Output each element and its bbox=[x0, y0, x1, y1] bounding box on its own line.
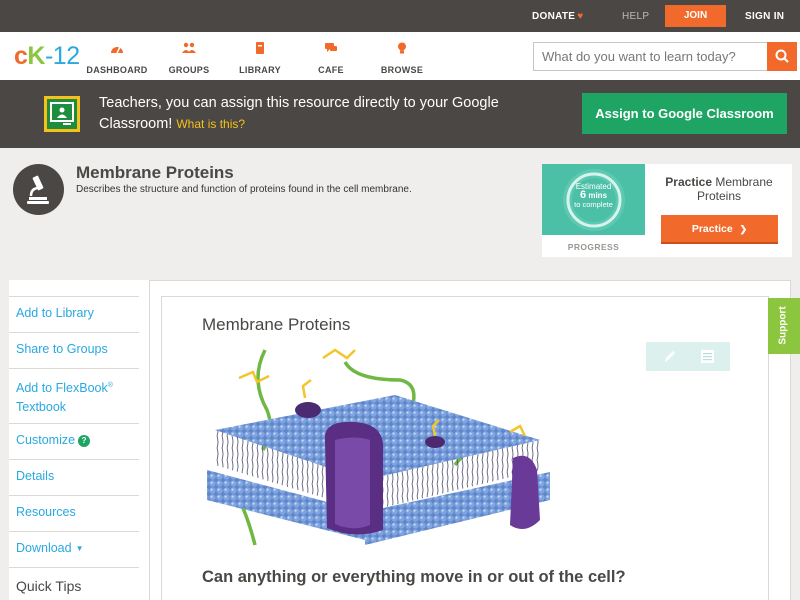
library-icon bbox=[256, 42, 264, 54]
search-input[interactable] bbox=[534, 43, 767, 70]
transmembrane-protein bbox=[510, 455, 540, 529]
sidebar-divider bbox=[9, 423, 139, 424]
sidebar-add-to-flexbook[interactable]: Add to FlexBook® Textbook bbox=[16, 376, 113, 417]
join-button[interactable]: JOIN bbox=[665, 5, 726, 27]
mins-unit: mins bbox=[588, 191, 608, 200]
sidebar-resources[interactable]: Resources bbox=[16, 503, 76, 522]
banner-text: Teachers, you can assign this resource d… bbox=[99, 95, 499, 132]
browse-icon bbox=[398, 42, 406, 54]
nav-browse-label: BROWSE bbox=[380, 65, 424, 75]
sidebar-share-to-groups[interactable]: Share to Groups bbox=[16, 340, 108, 359]
banner-message: Teachers, you can assign this resource d… bbox=[99, 93, 519, 135]
download-label: Download bbox=[16, 541, 72, 555]
ck12-logo[interactable]: cK-12 bbox=[14, 42, 80, 71]
flexbook-textbook-label: Textbook bbox=[16, 400, 67, 415]
to-complete-label: to complete bbox=[574, 200, 613, 209]
sidebar-divider bbox=[9, 296, 139, 297]
search-icon bbox=[775, 49, 789, 63]
support-label: Support bbox=[777, 306, 789, 345]
sidebar-divider bbox=[9, 567, 139, 568]
page-title: Membrane Proteins bbox=[76, 163, 234, 182]
sign-in-link[interactable]: SIGN IN bbox=[745, 11, 784, 22]
sidebar-details[interactable]: Details bbox=[16, 467, 54, 486]
glycolipid-chain bbox=[322, 348, 356, 360]
practice-title: Practice Membrane Proteins bbox=[654, 175, 784, 203]
estimated-time: Estimated 6 mins to complete bbox=[542, 182, 645, 209]
search-box bbox=[533, 42, 797, 71]
registered-mark: ® bbox=[107, 382, 113, 389]
help-link[interactable]: HELP bbox=[622, 11, 649, 22]
logo-c: c bbox=[14, 42, 28, 70]
logo-k: K bbox=[27, 42, 45, 70]
practice-title-bold: Practice bbox=[665, 175, 712, 189]
nav-library[interactable]: LIBRARY bbox=[225, 42, 295, 78]
donate-link[interactable]: DONATE ♥ bbox=[532, 11, 584, 22]
customize-label: Customize bbox=[16, 433, 76, 447]
donate-label: DONATE bbox=[532, 11, 576, 22]
classroom-board-icon bbox=[50, 102, 74, 125]
carbohydrate-chain bbox=[241, 507, 257, 546]
logo-12: -12 bbox=[44, 42, 80, 70]
nav-dashboard-label: DASHBOARD bbox=[86, 65, 148, 75]
what-is-this-link[interactable]: What is this? bbox=[176, 117, 245, 131]
notes-icon[interactable] bbox=[698, 347, 717, 366]
nav-dashboard[interactable]: DASHBOARD bbox=[82, 42, 152, 78]
quick-tips-heading[interactable]: Quick Tips bbox=[16, 578, 81, 594]
nav-browse[interactable]: BROWSE bbox=[367, 42, 437, 78]
glycolipid-chain bbox=[238, 370, 270, 384]
nav-cafe[interactable]: CAFE bbox=[296, 42, 366, 78]
channel-protein-highlight bbox=[335, 437, 370, 529]
lesson-title: Membrane Proteins bbox=[202, 315, 351, 334]
sidebar-customize[interactable]: Customize? bbox=[16, 431, 91, 450]
nav-cafe-label: CAFE bbox=[318, 65, 344, 75]
support-tab[interactable]: Support bbox=[768, 298, 800, 354]
reader-tools bbox=[646, 342, 730, 371]
sidebar-divider bbox=[9, 368, 139, 369]
estimated-label: Estimated bbox=[575, 182, 612, 191]
groups-icon bbox=[182, 42, 196, 53]
cafe-icon bbox=[325, 43, 337, 52]
membrane-protein-illustration bbox=[207, 348, 550, 546]
pencil-icon[interactable] bbox=[660, 347, 679, 366]
search-button[interactable] bbox=[767, 42, 797, 71]
caret-down-icon: ▼ bbox=[75, 544, 84, 553]
dashboard-icon bbox=[111, 46, 123, 54]
assign-google-classroom-button[interactable]: Assign to Google Classroom bbox=[582, 93, 787, 134]
top-utility-bar: DONATE ♥ HELP JOIN SIGN IN bbox=[0, 0, 800, 32]
nav-groups[interactable]: GROUPS bbox=[154, 42, 224, 78]
sidebar-divider bbox=[9, 332, 139, 333]
glycolipid-chain bbox=[301, 379, 312, 399]
sidebar-divider bbox=[9, 531, 139, 532]
lesson-question: Can anything or everything move in or ou… bbox=[202, 568, 626, 586]
chevron-right-icon: ❯ bbox=[739, 224, 748, 234]
sidebar-download[interactable]: Download ▼ bbox=[16, 539, 84, 558]
practice-button-label: Practice bbox=[691, 223, 733, 235]
flexbook-label: Add to FlexBook bbox=[16, 381, 108, 396]
help-icon[interactable]: ? bbox=[78, 435, 91, 447]
peripheral-protein bbox=[425, 436, 445, 448]
practice-button[interactable]: Practice ❯ bbox=[661, 215, 778, 244]
sidebar-divider bbox=[9, 495, 139, 496]
progress-label: PROGRESS bbox=[567, 242, 620, 252]
google-classroom-icon bbox=[44, 96, 80, 132]
microscope-icon bbox=[13, 164, 64, 215]
practice-card: Estimated 6 mins to complete PROGRESS Pr… bbox=[542, 164, 792, 257]
nav-groups-label: GROUPS bbox=[168, 65, 210, 75]
page-description: Describes the structure and function of … bbox=[76, 184, 412, 195]
microscope-glyph bbox=[27, 175, 49, 204]
practice-progress-image: Estimated 6 mins to complete bbox=[542, 164, 645, 235]
sidebar-add-to-library[interactable]: Add to Library bbox=[16, 304, 94, 323]
nav-library-label: LIBRARY bbox=[239, 65, 281, 75]
peripheral-protein bbox=[295, 402, 321, 418]
heart-icon: ♥ bbox=[577, 11, 584, 22]
sidebar-divider bbox=[9, 459, 139, 460]
